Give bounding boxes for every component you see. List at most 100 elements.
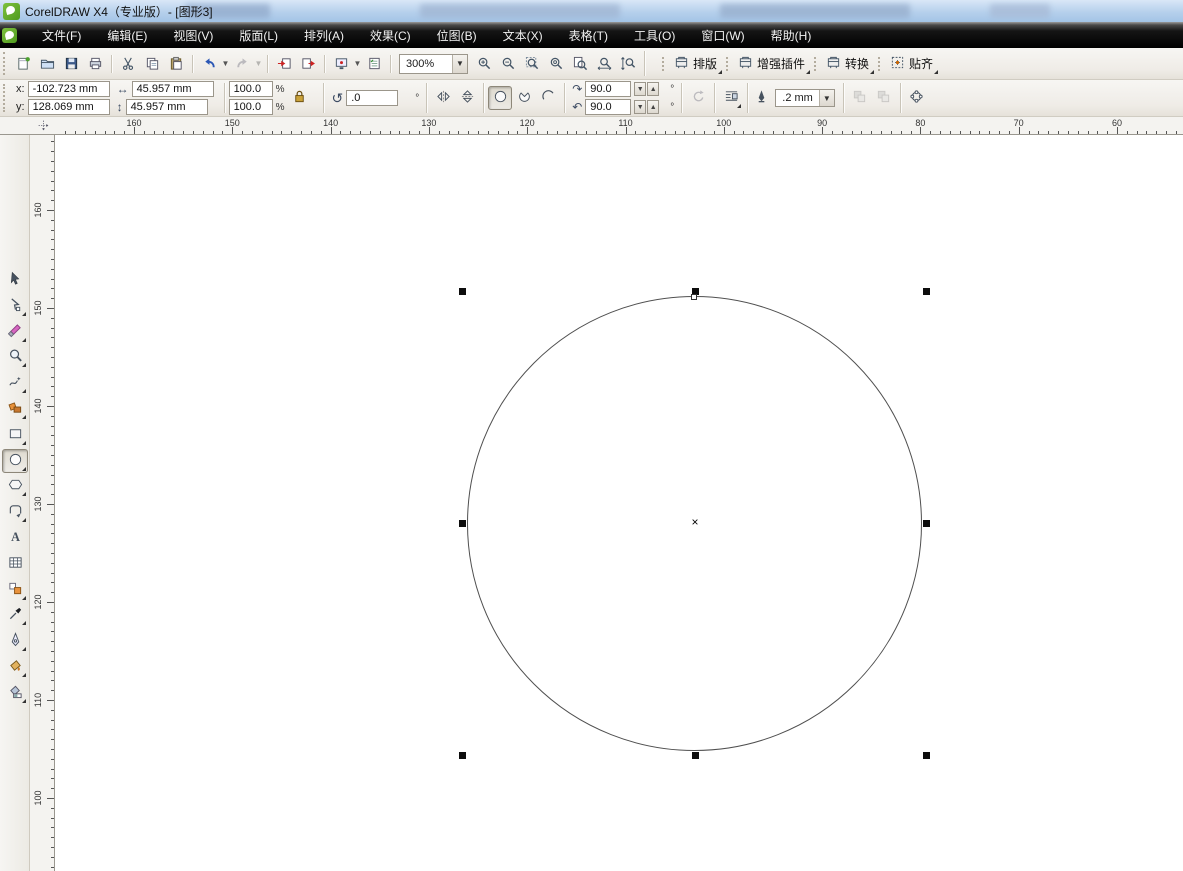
export-button[interactable] (296, 52, 320, 76)
lock-ratio-button[interactable] (287, 86, 311, 110)
toolbar-grip[interactable] (3, 52, 7, 75)
zoom-combo-arrow-icon[interactable]: ▼ (452, 54, 467, 73)
open-button[interactable] (35, 52, 59, 76)
scale-horizontal-field[interactable]: 100.0 (228, 81, 273, 97)
freehand-tool[interactable] (2, 371, 28, 395)
x-position-field[interactable]: -102.723 mm (27, 81, 110, 97)
welcome-screen-button[interactable] (362, 52, 386, 76)
print-button[interactable] (83, 52, 107, 76)
menu-item-arrange[interactable]: 排列(A) (291, 23, 357, 48)
selection-handle-ne[interactable] (923, 288, 930, 295)
zoom-page-width-button[interactable] (592, 52, 616, 76)
undo-button-dropdown-icon[interactable]: ▼ (221, 52, 230, 76)
spin-up-icon[interactable]: ▲ (647, 82, 660, 96)
end-angle-field[interactable]: 90.0 (585, 99, 632, 115)
scale-vertical-field[interactable]: 100.0 (228, 99, 273, 115)
toolbar-separator (714, 83, 716, 113)
polygon-tool[interactable] (2, 474, 28, 498)
selection-handle-w[interactable] (459, 520, 466, 527)
ruler-origin-icon[interactable] (37, 119, 50, 135)
paste-button[interactable] (164, 52, 188, 76)
zoom-out-button[interactable] (496, 52, 520, 76)
spin-down-icon[interactable]: ▼ (634, 82, 647, 96)
zoom-level-combo[interactable]: 300% ▼ (399, 53, 468, 74)
ellipse-top-node[interactable] (691, 294, 697, 300)
toolbar-grip[interactable] (662, 56, 666, 71)
paiban-button[interactable]: 排版 (670, 53, 723, 75)
rotation-angle-field[interactable]: .0 (346, 90, 399, 106)
outline-combo-arrow-icon[interactable]: ▼ (818, 90, 834, 106)
zoom-tool[interactable] (2, 345, 28, 369)
eyedropper-tool[interactable] (2, 603, 28, 627)
menu-item-view[interactable]: 视图(V) (160, 23, 226, 48)
toolbar-grip[interactable] (726, 56, 730, 71)
menu-item-file[interactable]: 文件(F) (29, 23, 94, 48)
mirror-vertical-button[interactable] (455, 86, 479, 110)
start-angle-spinner[interactable]: ▼ ▲ (633, 82, 660, 96)
table-tool[interactable] (2, 552, 28, 576)
outline-width-combo[interactable]: .2 mm ▼ (775, 89, 835, 107)
snap-button[interactable]: 贴齐 (886, 53, 939, 75)
toolbar-grip[interactable] (878, 56, 882, 71)
selection-handle-se[interactable] (923, 752, 930, 759)
zoom-level-value[interactable]: 300% (400, 58, 452, 70)
basic-shapes-tool[interactable] (2, 500, 28, 524)
menu-item-effects[interactable]: 效果(C) (357, 23, 424, 48)
toolbar-grip[interactable] (3, 84, 7, 112)
ellipse-mode-button[interactable] (488, 86, 513, 110)
menu-item-help[interactable]: 帮助(H) (758, 23, 825, 48)
menu-item-window[interactable]: 窗口(W) (688, 23, 757, 48)
undo-button[interactable] (197, 52, 221, 76)
start-angle-field[interactable]: 90.0 (585, 81, 632, 97)
rectangle-tool[interactable] (2, 423, 28, 447)
shape-tool[interactable] (2, 294, 28, 318)
spin-up-icon[interactable]: ▲ (647, 100, 660, 114)
new-button[interactable] (11, 52, 35, 76)
app-launcher-button[interactable] (329, 52, 353, 76)
smart-fill-tool[interactable] (2, 397, 28, 421)
outline-width-value[interactable]: .2 mm (776, 92, 819, 104)
menu-item-layout[interactable]: 版面(L) (226, 23, 291, 48)
text-tool[interactable]: A (2, 526, 28, 550)
object-width-field[interactable]: 45.957 mm (131, 81, 214, 97)
zoom-all-objects-button[interactable] (544, 52, 568, 76)
convert-to-curves-button[interactable] (905, 86, 929, 110)
outline-pen-tool[interactable] (2, 629, 28, 653)
app-launcher-button-dropdown-icon[interactable]: ▼ (353, 52, 362, 76)
selection-handle-e[interactable] (923, 520, 930, 527)
object-height-field[interactable]: 45.957 mm (125, 99, 208, 115)
zoom-selected-button[interactable] (520, 52, 544, 76)
copy-button[interactable] (140, 52, 164, 76)
ellipse-tool[interactable] (2, 448, 28, 473)
plugins-button[interactable]: 增强插件 (734, 53, 811, 75)
menu-item-tools[interactable]: 工具(O) (621, 23, 688, 48)
convert-button[interactable]: 转换 (822, 53, 875, 75)
save-button[interactable] (59, 52, 83, 76)
toolbar-grip[interactable] (814, 56, 818, 71)
selection-handle-s[interactable] (692, 752, 699, 759)
mirror-horizontal-button[interactable] (431, 86, 455, 110)
spin-down-icon[interactable]: ▼ (634, 100, 647, 114)
pie-mode-button[interactable] (512, 86, 536, 110)
selection-handle-nw[interactable] (459, 288, 466, 295)
zoom-page-height-button[interactable] (616, 52, 640, 76)
arc-mode-button[interactable] (536, 86, 560, 110)
end-angle-spinner[interactable]: ▼ ▲ (633, 100, 660, 114)
redo-button-dropdown-icon[interactable]: ▼ (254, 52, 263, 76)
y-position-field[interactable]: 128.069 mm (27, 99, 110, 115)
fill-tool[interactable] (2, 655, 28, 679)
zoom-page-button[interactable] (568, 52, 592, 76)
menu-item-text[interactable]: 文本(X) (490, 23, 556, 48)
pick-tool[interactable] (2, 268, 28, 292)
wrap-text-button[interactable] (719, 86, 743, 110)
cut-button[interactable] (116, 52, 140, 76)
menu-item-table[interactable]: 表格(T) (556, 23, 621, 48)
selection-handle-sw[interactable] (459, 752, 466, 759)
menu-item-edit[interactable]: 编辑(E) (94, 23, 160, 48)
interactive-blend-tool[interactable] (2, 578, 28, 602)
crop-tool[interactable] (2, 320, 28, 344)
zoom-in-button[interactable] (472, 52, 496, 76)
menu-item-bitmaps[interactable]: 位图(B) (424, 23, 490, 48)
import-button[interactable] (272, 52, 296, 76)
interactive-fill-tool[interactable] (2, 681, 28, 705)
